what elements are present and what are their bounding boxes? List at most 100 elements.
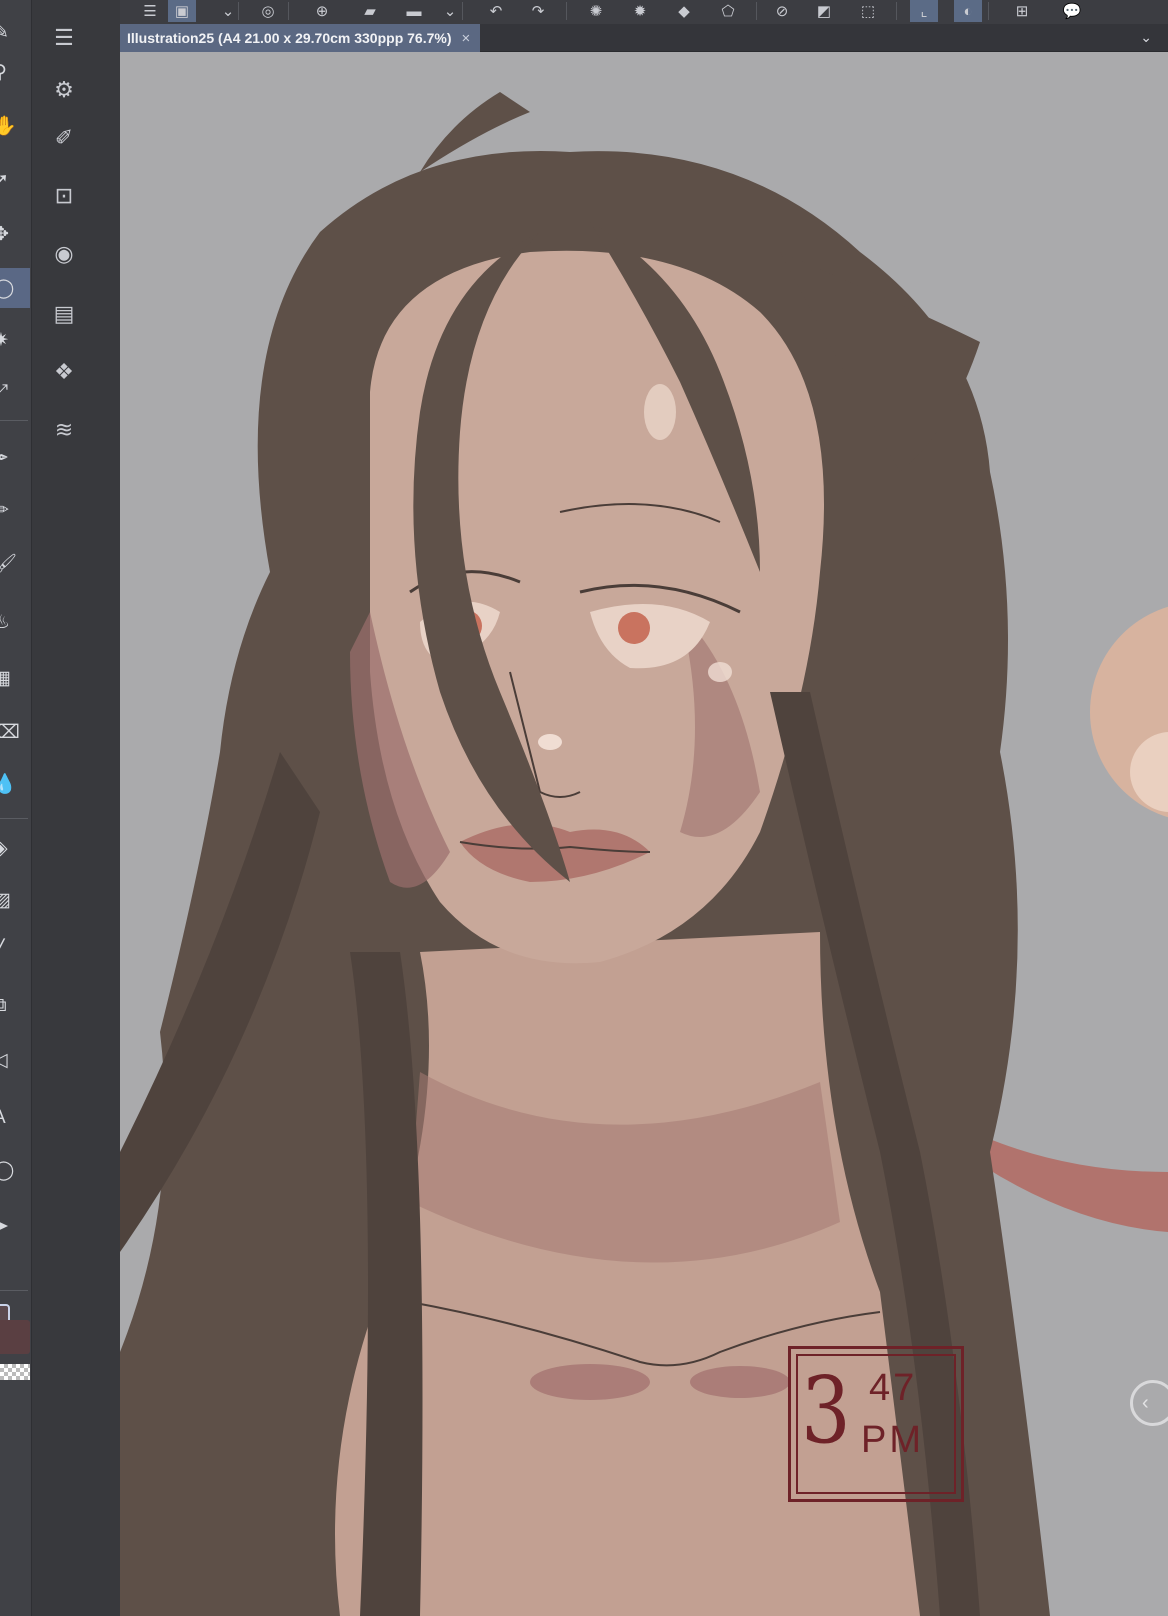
timestamp-minute: 47	[869, 1367, 918, 1409]
decoration-glyph: ▦	[0, 667, 11, 689]
cheek-highlight	[708, 662, 732, 682]
pencil-icon[interactable]: ✏	[0, 490, 30, 530]
figure-tool-icon[interactable]: ╱	[0, 930, 30, 970]
nose-highlight	[538, 734, 562, 750]
operation-tool-icon[interactable]: ➚	[0, 160, 30, 200]
eyedropper-tool-icon[interactable]: ⤢	[0, 372, 30, 412]
chevron-left-icon: ‹	[1142, 1391, 1149, 1414]
blend-icon[interactable]: 💧	[0, 764, 30, 804]
fill-icon[interactable]: ▬	[400, 0, 428, 22]
text-tool-icon[interactable]: A	[0, 1098, 30, 1138]
correct-line-tool-icon[interactable]: ➤	[0, 1206, 30, 1246]
text-tool-glyph: A	[0, 1107, 6, 1129]
balloon-tool-icon[interactable]: ◯	[0, 1150, 30, 1190]
animation-icon[interactable]: ▤	[48, 298, 80, 330]
figure-tool-glyph: ╱	[0, 939, 4, 962]
tool-separator	[0, 420, 28, 421]
toolbar-separator	[756, 2, 757, 20]
balloon-tool-glyph: ◯	[0, 1159, 15, 1181]
collarbone-shadow-right	[690, 1366, 790, 1398]
zoom-tool-icon[interactable]: ⚲	[0, 52, 30, 92]
toolbar-separator	[238, 2, 239, 20]
redo-icon[interactable]: ↷	[524, 0, 552, 22]
pen-icon[interactable]: ✒	[0, 438, 30, 478]
palette-bar: ☰ ⚙ ✐ ⊡ ◉ ▤ ❖ ≋	[32, 0, 120, 1616]
auto-select-tool-glyph: ✷	[0, 329, 9, 351]
lasso-select-tool-glyph: ◯	[0, 277, 15, 299]
ruler-snap-icon[interactable]: ⌞	[910, 0, 938, 22]
crop-icon[interactable]: ⬚	[854, 0, 882, 22]
layer-palette-icon[interactable]: ≋	[48, 414, 80, 446]
brush-icon[interactable]: 🖌	[0, 544, 30, 584]
hand-tool-glyph: ✋	[0, 116, 17, 137]
timestamp-stamp: 3 47 PM	[788, 1346, 964, 1502]
add-icon[interactable]: ⊕	[308, 0, 336, 22]
select-all-icon[interactable]: ✹	[626, 0, 654, 22]
hand-tool-icon[interactable]: ✋	[0, 106, 30, 146]
dropdown-icon-2[interactable]: ⌄	[436, 0, 464, 22]
frame-tool-glyph: ⧉	[0, 995, 7, 1017]
eraser-icon[interactable]: ⌫	[0, 712, 30, 752]
transparent-color-swatch[interactable]	[0, 1364, 30, 1380]
color-wheel-icon[interactable]: ◉	[48, 238, 80, 270]
tool-property-icon[interactable]: ⚙	[48, 74, 80, 106]
auto-select-tool-icon[interactable]: ✷	[0, 320, 30, 360]
frame-tool-icon[interactable]: ⧉	[0, 986, 30, 1026]
deselect-icon[interactable]: ✺	[582, 0, 610, 22]
move-layer-tool-icon[interactable]: ✥	[0, 214, 30, 254]
sub-color-swatch[interactable]	[0, 1320, 30, 1354]
document-tab[interactable]: Illustration25 (A4 21.00 x 29.70cm 330pp…	[120, 24, 481, 52]
layer-property-icon[interactable]: ❖	[48, 356, 80, 388]
new-layer-icon[interactable]: ▣	[168, 0, 196, 22]
decoration-icon[interactable]: ▦	[0, 658, 30, 698]
clear-icon[interactable]: ⊘	[768, 0, 796, 22]
collarbone-shadow-left	[530, 1364, 650, 1400]
airbrush-glyph: ♨	[0, 611, 11, 633]
tool-separator	[0, 818, 28, 819]
document-tab-title: Illustration25 (A4 21.00 x 29.70cm 330pp…	[127, 30, 452, 46]
fill-tool-glyph: ◈	[0, 837, 8, 859]
side-panel-toggle[interactable]: ‹	[1130, 1380, 1168, 1426]
tool-palette: ✎ ⚲ ✋ ➚ ✥ ◯ ✷ ⤢ ✒ ✏ 🖌 ♨ ▦ ⌫ 💧 ◈ ▨ ╱ ⧉ ◁ A ◯ ➤	[0, 0, 32, 1616]
toolbar-separator	[988, 2, 989, 20]
folder-icon[interactable]: ▰	[356, 0, 384, 22]
timestamp-ampm: PM	[861, 1419, 924, 1461]
pen-glyph: ✒	[0, 447, 9, 469]
brush-size-icon[interactable]: ✐	[48, 122, 80, 154]
tone-icon[interactable]: ◩	[810, 0, 838, 22]
toolbar-separator	[896, 2, 897, 20]
tool-separator	[0, 1290, 28, 1291]
drawing-canvas[interactable]: 3 47 PM	[120, 52, 1168, 1616]
toolbar-separator	[462, 2, 463, 20]
move-layer-tool-glyph: ✥	[0, 223, 9, 245]
help-icon[interactable]: 💬	[1058, 0, 1086, 22]
navigator-icon[interactable]: ⊡	[48, 180, 80, 212]
eyedropper-tool-glyph: ⤢	[0, 381, 9, 402]
chevron-down-icon[interactable]: ⌄	[1140, 29, 1152, 46]
pen-tool-icon[interactable]: ✎	[0, 12, 30, 52]
illustration	[120, 92, 1168, 1616]
fill-selection-icon[interactable]: ◆	[670, 0, 698, 22]
toolbar-separator	[288, 2, 289, 20]
gradient-tool-icon[interactable]: ▨	[0, 880, 30, 920]
pen-tool-glyph: ✎	[0, 21, 9, 43]
ruler-tool-icon[interactable]: ◁	[0, 1040, 30, 1080]
document-tab-bar: Illustration25 (A4 21.00 x 29.70cm 330pp…	[120, 24, 1168, 52]
lasso-select-tool-icon[interactable]: ◯	[0, 268, 30, 308]
sub-tool-palette-icon[interactable]: ☰	[48, 22, 80, 54]
fill-tool-icon[interactable]: ◈	[0, 828, 30, 868]
correct-line-tool-glyph: ➤	[0, 1215, 9, 1237]
grid-snap-icon[interactable]: ⊞	[1008, 0, 1036, 22]
menu-icon[interactable]: ☰	[136, 0, 164, 22]
transform-icon[interactable]: ⬠	[714, 0, 742, 22]
ruler-tool-glyph: ◁	[0, 1049, 8, 1071]
layer-mask-icon[interactable]: ◎	[254, 0, 282, 22]
special-ruler-icon[interactable]: ◐	[954, 0, 982, 22]
close-icon[interactable]: ×	[462, 30, 471, 47]
gradient-tool-glyph: ▨	[0, 889, 11, 911]
airbrush-icon[interactable]: ♨	[0, 602, 30, 642]
iris-right	[618, 612, 650, 644]
undo-icon[interactable]: ↶	[482, 0, 510, 22]
blend-glyph: 💧	[0, 774, 17, 795]
timestamp-hour: 3	[801, 1357, 851, 1464]
